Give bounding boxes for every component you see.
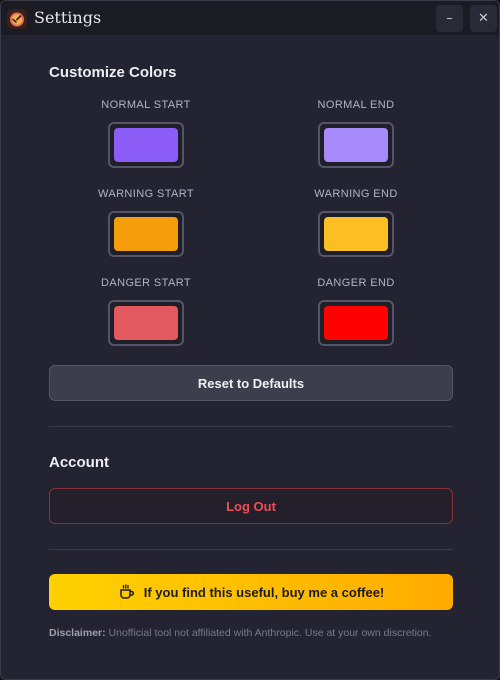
swatch-fill — [324, 217, 388, 251]
coffee-cup-icon — [119, 584, 134, 599]
account-heading: Account — [49, 454, 109, 471]
swatch-label-warning-end: WARNING END — [314, 188, 398, 200]
minimize-button[interactable]: – — [436, 5, 463, 32]
swatch-fill — [114, 128, 178, 162]
swatch-label-normal-end: NORMAL END — [317, 99, 395, 111]
minimize-icon: – — [446, 11, 453, 26]
color-picker-normal-start[interactable] — [108, 122, 184, 168]
customize-colors-heading: Customize Colors — [49, 64, 177, 81]
swatch-fill — [114, 306, 178, 340]
swatch-label-danger-start: DANGER START — [101, 277, 191, 289]
reset-to-defaults-button[interactable]: Reset to Defaults — [49, 365, 453, 401]
swatch-label-normal-start: NORMAL START — [101, 99, 191, 111]
swatch-label-danger-end: DANGER END — [317, 277, 395, 289]
coffee-button-label: If you find this useful, buy me a coffee… — [143, 584, 385, 600]
color-picker-danger-end[interactable] — [318, 300, 394, 346]
color-picker-normal-end[interactable] — [318, 122, 394, 168]
disclaimer-prefix: Disclaimer: — [49, 627, 106, 639]
swatch-label-warning-start: WARNING START — [97, 188, 195, 200]
section-divider — [49, 549, 453, 550]
log-out-button[interactable]: Log Out — [49, 488, 453, 524]
title-bar: Settings – ✕ — [1, 1, 499, 35]
window-title: Settings — [34, 8, 102, 27]
settings-window: Settings – ✕ Customize Colors NORMAL STA… — [0, 0, 500, 680]
section-divider — [49, 426, 453, 427]
color-picker-warning-end[interactable] — [318, 211, 394, 257]
close-button[interactable]: ✕ — [470, 5, 497, 32]
disclaimer-body: Unofficial tool not affiliated with Anth… — [108, 627, 432, 639]
swatch-fill — [324, 306, 388, 340]
buy-me-a-coffee-button[interactable]: If you find this useful, buy me a coffee… — [49, 574, 453, 610]
color-picker-danger-start[interactable] — [108, 300, 184, 346]
color-picker-warning-start[interactable] — [108, 211, 184, 257]
swatch-fill — [324, 128, 388, 162]
disclaimer-text: Disclaimer: Unofficial tool not affiliat… — [49, 627, 459, 639]
timer-app-icon — [7, 9, 27, 29]
swatch-fill — [114, 217, 178, 251]
close-icon: ✕ — [478, 11, 489, 26]
